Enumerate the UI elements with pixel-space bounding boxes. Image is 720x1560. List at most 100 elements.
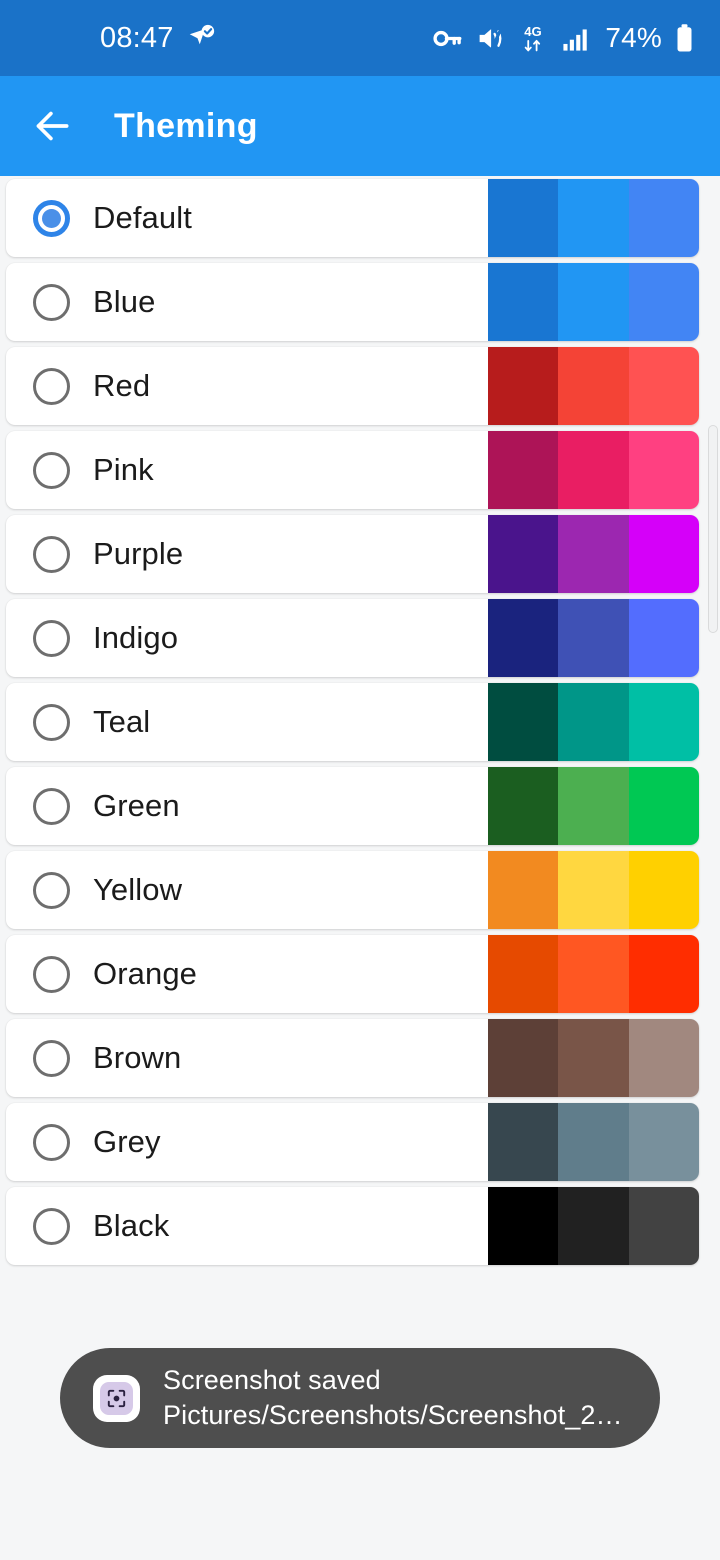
theme-swatch-3 (628, 179, 699, 257)
theme-swatch-2 (558, 1103, 629, 1181)
network-4g-icon: 4G (518, 23, 548, 54)
theme-option-brown[interactable]: Brown (6, 1019, 699, 1097)
theme-swatch-1 (488, 347, 559, 425)
theme-swatch-3 (628, 263, 699, 341)
theme-swatch-3 (628, 851, 699, 929)
theme-swatch-2 (558, 347, 629, 425)
theme-option-pink[interactable]: Pink (6, 431, 699, 509)
theme-option-teal[interactable]: Teal (6, 683, 699, 761)
theme-radio-brown[interactable] (33, 1039, 70, 1077)
theme-radio-red[interactable] (33, 367, 70, 405)
screenshot-app-icon (93, 1374, 140, 1422)
theme-radio-grey[interactable] (33, 1123, 70, 1161)
vertical-scrollbar[interactable] (708, 425, 718, 633)
status-bar-right: 4G 74% (432, 22, 694, 54)
theme-option-red[interactable]: Red (6, 347, 699, 425)
signal-bars-icon (561, 24, 590, 53)
theme-radio-yellow[interactable] (33, 871, 70, 909)
status-bar-left: 08:47 (28, 22, 216, 55)
theme-swatch-2 (558, 515, 629, 593)
toast-message: Screenshot saved Pictures/Screenshots/Sc… (163, 1363, 623, 1433)
theme-swatch-1 (488, 683, 559, 761)
theme-radio-pink[interactable] (33, 451, 70, 489)
theme-swatch-group (488, 431, 699, 509)
theme-swatch-2 (558, 1187, 629, 1265)
theme-swatch-group (488, 683, 699, 761)
theme-swatch-group (488, 599, 699, 677)
theme-swatch-1 (488, 1103, 559, 1181)
theme-swatch-2 (558, 1019, 629, 1097)
theme-swatch-3 (628, 1187, 699, 1265)
theme-option-black[interactable]: Black (6, 1187, 699, 1265)
theme-swatch-group (488, 515, 699, 593)
vpn-key-icon (432, 23, 463, 54)
theme-swatch-3 (628, 599, 699, 677)
back-arrow-icon[interactable] (30, 104, 74, 148)
status-bar: 08:47 4G 74% (0, 0, 720, 76)
theme-swatch-1 (488, 1187, 559, 1265)
theme-swatch-group (488, 1103, 699, 1181)
theme-swatch-group (488, 179, 699, 257)
theme-swatch-2 (558, 935, 629, 1013)
app-bar: Theming (0, 76, 720, 176)
theme-swatch-3 (628, 767, 699, 845)
page-title: Theming (114, 106, 258, 145)
theme-swatch-group (488, 851, 699, 929)
theme-swatch-3 (628, 431, 699, 509)
theme-swatch-group (488, 347, 699, 425)
theme-swatch-group (488, 263, 699, 341)
theme-radio-green[interactable] (33, 787, 70, 825)
theme-swatch-1 (488, 935, 559, 1013)
theme-swatch-2 (558, 179, 629, 257)
theme-list[interactable]: Default Blue Red Pink Purple Indigo Teal Green Y… (0, 176, 720, 1265)
theme-swatch-3 (628, 935, 699, 1013)
battery-icon (675, 23, 694, 53)
theme-radio-blue[interactable] (33, 283, 70, 321)
location-pin-check-icon (186, 23, 216, 53)
theme-option-blue[interactable]: Blue (6, 263, 699, 341)
theme-swatch-2 (558, 851, 629, 929)
theme-swatch-2 (558, 683, 629, 761)
svg-text:4G: 4G (525, 24, 543, 39)
theme-swatch-2 (558, 431, 629, 509)
theme-swatch-3 (628, 347, 699, 425)
theme-swatch-2 (558, 767, 629, 845)
theme-swatch-1 (488, 767, 559, 845)
theme-option-default[interactable]: Default (6, 179, 699, 257)
theme-swatch-1 (488, 263, 559, 341)
theme-swatch-3 (628, 683, 699, 761)
battery-percent-label: 74% (605, 22, 662, 53)
toast-message-line2: Pictures/Screenshots/Screenshot_2… (163, 1400, 623, 1430)
theme-swatch-group (488, 1019, 699, 1097)
theme-option-indigo[interactable]: Indigo (6, 599, 699, 677)
toast-message-line1: Screenshot saved (163, 1365, 381, 1395)
theme-swatch-group (488, 1187, 699, 1265)
toast-notification: Screenshot saved Pictures/Screenshots/Sc… (60, 1348, 660, 1448)
screenshot-app-icon-inner (100, 1381, 133, 1415)
theme-option-green[interactable]: Green (6, 767, 699, 845)
theme-radio-orange[interactable] (33, 955, 70, 993)
theme-radio-purple[interactable] (33, 535, 70, 573)
theme-swatch-3 (628, 1103, 699, 1181)
theme-radio-teal[interactable] (33, 703, 70, 741)
status-clock: 08:47 (100, 21, 174, 54)
theme-swatch-1 (488, 599, 559, 677)
theme-swatch-1 (488, 431, 559, 509)
theme-option-orange[interactable]: Orange (6, 935, 699, 1013)
theme-swatch-2 (558, 599, 629, 677)
theme-swatch-1 (488, 1019, 559, 1097)
theme-radio-indigo[interactable] (33, 619, 70, 657)
theme-option-yellow[interactable]: Yellow (6, 851, 699, 929)
volume-mute-icon (476, 24, 505, 53)
theme-radio-default[interactable] (33, 199, 70, 237)
theme-swatch-group (488, 767, 699, 845)
theme-radio-black[interactable] (33, 1207, 70, 1245)
theme-swatch-3 (628, 1019, 699, 1097)
theme-swatch-1 (488, 515, 559, 593)
theme-swatch-3 (628, 515, 699, 593)
theme-option-grey[interactable]: Grey (6, 1103, 699, 1181)
theme-swatch-1 (488, 179, 559, 257)
theme-swatch-group (488, 935, 699, 1013)
theme-option-purple[interactable]: Purple (6, 515, 699, 593)
theme-swatch-2 (558, 263, 629, 341)
